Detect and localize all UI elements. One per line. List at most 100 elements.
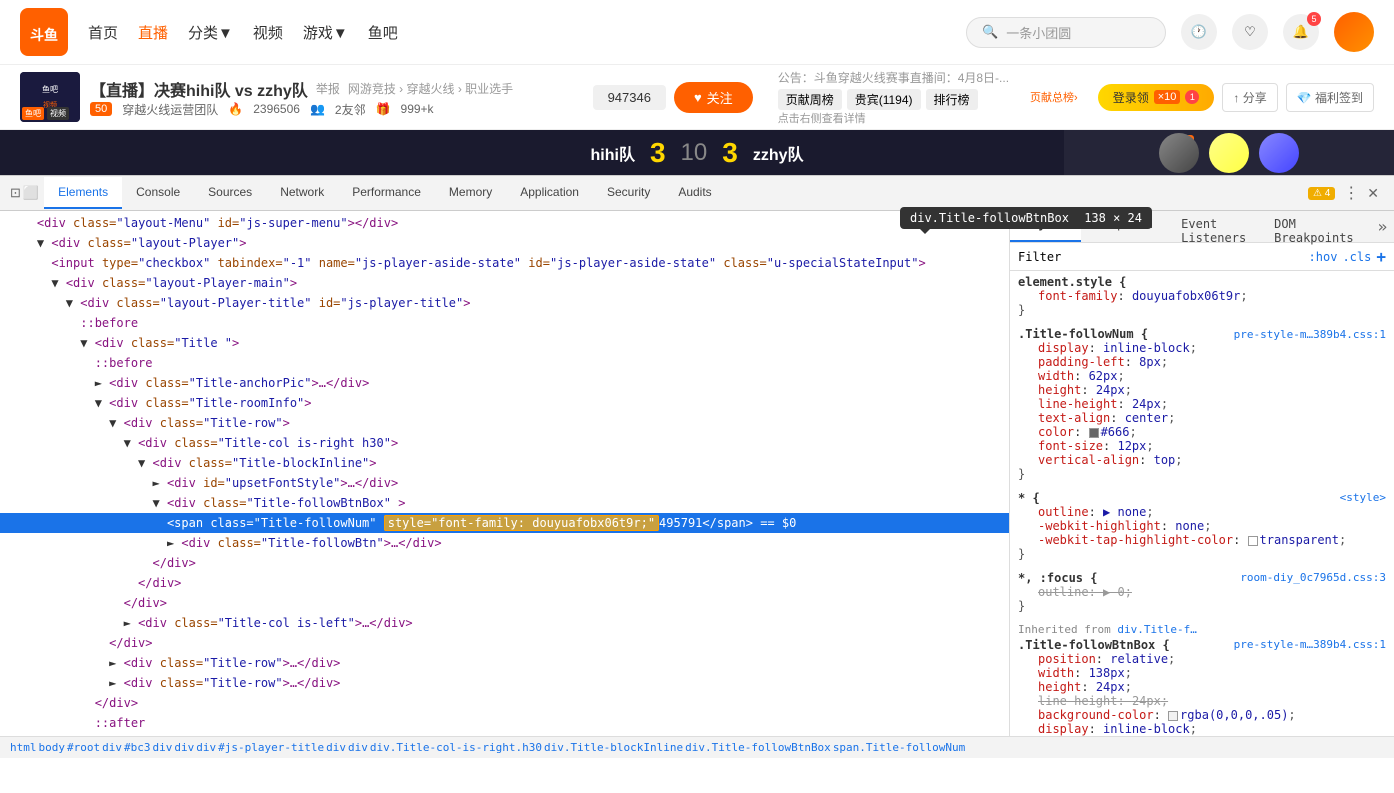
- login-button[interactable]: 登录领 ×10 1: [1098, 84, 1215, 111]
- more-icon[interactable]: ⋮: [1343, 183, 1359, 203]
- stream-details: 【直播】决赛hihi队 vs zzhy队 举报 网游竞技 › 穿越火线 › 职业…: [90, 77, 583, 118]
- tab-dom-breakpoints[interactable]: DOM Breakpoints: [1260, 211, 1367, 242]
- nav-fish[interactable]: 鱼吧: [368, 22, 398, 43]
- dom-line[interactable]: ► <div class="Title-col is-left">…</div>: [0, 613, 1009, 633]
- noble-tab[interactable]: 贵宾(1194): [847, 89, 921, 110]
- dom-line[interactable]: ▼ <div class="Title ">: [0, 333, 1009, 353]
- dom-line[interactable]: <input type="checkbox" tabindex="-1" nam…: [0, 253, 1009, 273]
- inherited-link[interactable]: div.Title-f…: [1117, 623, 1196, 636]
- tab-audits[interactable]: Audits: [664, 177, 725, 209]
- dom-line[interactable]: ▼ <div class="layout-Player-main">: [0, 273, 1009, 293]
- styles-more-icon[interactable]: »: [1368, 211, 1394, 242]
- breadcrumb-div4[interactable]: div: [196, 741, 216, 754]
- breadcrumb-follow-num[interactable]: span.Title-followNum: [833, 741, 965, 754]
- nav-game[interactable]: 游戏▼: [303, 22, 348, 43]
- dom-line[interactable]: ▼ <div class="Title-row">: [0, 413, 1009, 433]
- breadcrumb-title-col[interactable]: div.Title-col-is-right.h30: [370, 741, 542, 754]
- report-link[interactable]: 举报: [316, 80, 340, 97]
- tab-application[interactable]: Application: [506, 177, 593, 209]
- css-prop: position: [1038, 652, 1096, 666]
- dom-line[interactable]: </div>: [0, 553, 1009, 573]
- dom-line[interactable]: ▼ <div class="Title-col is-right h30">: [0, 433, 1009, 453]
- avatar[interactable]: [1334, 12, 1374, 52]
- dom-line[interactable]: </div>: [0, 693, 1009, 713]
- total-rank-link[interactable]: 页献总榜›: [1030, 89, 1078, 110]
- breadcrumb-div5[interactable]: div: [326, 741, 346, 754]
- nav-live[interactable]: 直播: [138, 22, 168, 43]
- weekly-tab[interactable]: 页献周榜: [778, 89, 842, 110]
- element-tooltip: div.Title-followBtnBox 138 × 24: [900, 207, 1152, 229]
- css-val: 24px: [1132, 694, 1161, 708]
- breadcrumb-bc3[interactable]: #bc3: [124, 741, 151, 754]
- filter-cls[interactable]: .cls: [1342, 250, 1371, 264]
- share-button[interactable]: ↑ 分享: [1222, 83, 1277, 112]
- breadcrumb-html[interactable]: html: [10, 741, 37, 754]
- dom-line[interactable]: ► <div class="Title-anchorPic">…</div>: [0, 373, 1009, 393]
- tab-elements[interactable]: Elements: [44, 177, 122, 209]
- clock-icon[interactable]: 🕐: [1181, 14, 1217, 50]
- breadcrumb-div1[interactable]: div: [102, 741, 122, 754]
- breadcrumb-root[interactable]: #root: [67, 741, 100, 754]
- tab-performance[interactable]: Performance: [338, 177, 435, 209]
- dom-line[interactable]: </div>: [0, 593, 1009, 613]
- dom-line[interactable]: ► <div id="upsetFontStyle">…</div>: [0, 473, 1009, 493]
- action-buttons: 登录领 ×10 1 ↑ 分享 💎 福利签到: [1098, 83, 1374, 112]
- tab-security[interactable]: Security: [593, 177, 664, 209]
- css-origin[interactable]: pre-style-m…389b4.css:1: [1234, 638, 1386, 651]
- dom-line[interactable]: <div class="layout-Menu" id="js-super-me…: [0, 213, 1009, 233]
- follow-button[interactable]: ♥ 关注: [674, 82, 753, 113]
- dom-line[interactable]: ▼ <div class="Title-roomInfo">: [0, 393, 1009, 413]
- color-swatch: [1248, 536, 1258, 546]
- breadcrumb-div3[interactable]: div: [174, 741, 194, 754]
- css-rule-star-focus: *, :focus { room-diy_0c7965d.css:3 outli…: [1018, 571, 1386, 613]
- device-icon[interactable]: ⬜: [23, 185, 39, 201]
- heart-icon[interactable]: ♡: [1232, 14, 1268, 50]
- css-val: 24px: [1132, 397, 1161, 411]
- dom-line[interactable]: </div>: [0, 633, 1009, 653]
- selected-dom-line[interactable]: <span class="Title-followNum" style="fon…: [0, 513, 1009, 533]
- breadcrumb-player-title[interactable]: #js-player-title: [218, 741, 324, 754]
- dom-line[interactable]: ::after: [0, 713, 1009, 733]
- tab-console[interactable]: Console: [122, 177, 194, 209]
- nav-home[interactable]: 首页: [88, 22, 118, 43]
- breadcrumb-div6[interactable]: div: [348, 741, 368, 754]
- nav-video[interactable]: 视频: [253, 22, 283, 43]
- css-origin[interactable]: room-diy_0c7965d.css:3: [1240, 571, 1386, 584]
- dom-line[interactable]: ▼ <div class="layout-Player">: [0, 233, 1009, 253]
- dom-line[interactable]: ::before: [0, 353, 1009, 373]
- css-prop-row: -webkit-highlight: none;: [1018, 519, 1386, 533]
- breadcrumb-follow-btn-box[interactable]: div.Title-followBtnBox: [685, 741, 831, 754]
- dom-line[interactable]: ► <div class="Title-followBtn">…</div>: [0, 533, 1009, 553]
- filter-input[interactable]: [1018, 250, 1304, 264]
- tab-network[interactable]: Network: [266, 177, 338, 209]
- dom-line[interactable]: ▼ <div class="Title-blockInline">: [0, 453, 1009, 473]
- tab-event-listeners[interactable]: Event Listeners: [1167, 211, 1260, 242]
- dom-line[interactable]: </div>: [0, 573, 1009, 593]
- elements-panel[interactable]: <div class="layout-Menu" id="js-super-me…: [0, 211, 1010, 736]
- dom-line[interactable]: ▼ <div class="layout-Player-title" id="j…: [0, 293, 1009, 313]
- tab-sources[interactable]: Sources: [194, 177, 266, 209]
- cursor-icon[interactable]: ⊡: [10, 185, 21, 201]
- breadcrumb-body[interactable]: body: [39, 741, 66, 754]
- dom-line[interactable]: ► <div class="Title-row">…</div>: [0, 673, 1009, 693]
- rank-tab[interactable]: 排行榜: [926, 89, 978, 110]
- tab-memory[interactable]: Memory: [435, 177, 506, 209]
- search-box[interactable]: 🔍 一条小团圆: [966, 17, 1166, 48]
- nav-category[interactable]: 分类▼: [188, 22, 233, 43]
- welfare-button[interactable]: 💎 福利签到: [1286, 83, 1374, 112]
- css-origin[interactable]: pre-style-m…389b4.css:1: [1234, 327, 1386, 341]
- dom-line[interactable]: ▼ <div class="Title-followBtnBox" >: [0, 493, 1009, 513]
- breadcrumb-div2[interactable]: div: [153, 741, 173, 754]
- css-val: 12px: [1117, 439, 1146, 453]
- css-rule-element-style: element.style { font-family: douyuafobx0…: [1018, 275, 1386, 317]
- filter-pseudo[interactable]: :hov: [1309, 250, 1338, 264]
- notification-icon[interactable]: 🔔 5: [1283, 14, 1319, 50]
- dom-line[interactable]: ::before: [0, 313, 1009, 333]
- close-devtools-icon[interactable]: ✕: [1367, 185, 1379, 202]
- dom-line[interactable]: ► <div class="Title-row">…</div>: [0, 653, 1009, 673]
- css-prop-row: -webkit-tap-highlight-color: transparent…: [1018, 533, 1386, 547]
- add-style-icon[interactable]: +: [1376, 247, 1386, 266]
- css-selector: element.style {: [1018, 275, 1126, 289]
- breadcrumb-block-inline[interactable]: div.Title-blockInline: [544, 741, 683, 754]
- css-origin[interactable]: <style>: [1340, 491, 1386, 504]
